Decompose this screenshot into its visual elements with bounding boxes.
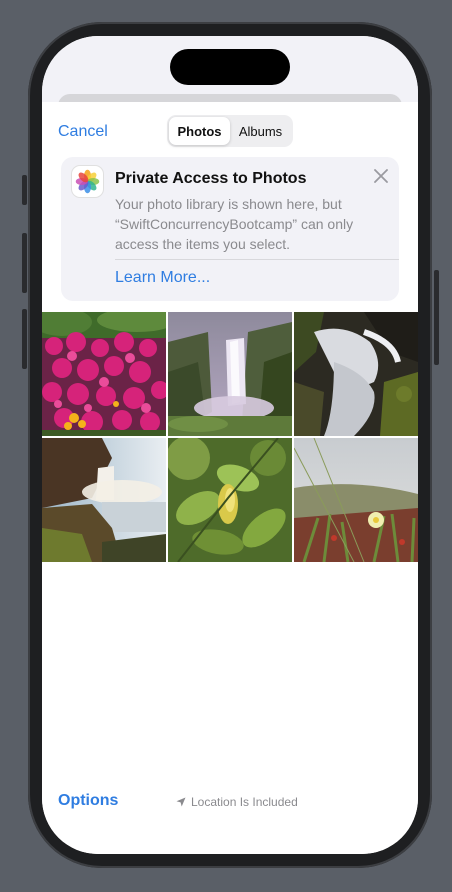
notice-title: Private Access to Photos — [115, 170, 307, 187]
source-segmented-control: Photos Albums — [167, 115, 293, 147]
close-icon[interactable] — [372, 167, 390, 185]
power-button — [434, 270, 439, 365]
photo-grid — [42, 312, 418, 563]
screen: Cancel Photos Albums Private Access to P… — [42, 36, 418, 854]
photo-thumbnail-pink-flowers[interactable] — [42, 312, 166, 436]
volume-down-button — [22, 309, 27, 369]
location-status-text: Location Is Included — [191, 795, 298, 809]
action-button — [22, 175, 27, 205]
location-arrow-icon — [176, 797, 186, 807]
photo-thumbnail-ice-plant-flowers[interactable] — [294, 438, 418, 562]
photo-thumbnail-waterfall-canyon[interactable] — [168, 312, 292, 436]
learn-more-link[interactable]: Learn More... — [115, 269, 210, 287]
cancel-button[interactable]: Cancel — [58, 123, 108, 141]
location-status: Location Is Included — [176, 795, 298, 809]
picker-toolbar: Options Location Is Included — [42, 790, 418, 830]
tab-albums[interactable]: Albums — [230, 117, 291, 145]
photo-thumbnail-green-leaves[interactable] — [168, 438, 292, 562]
tab-photos[interactable]: Photos — [169, 117, 230, 145]
options-button[interactable]: Options — [58, 792, 118, 810]
notice-divider — [115, 259, 399, 260]
notice-body: Your photo library is shown here, but “S… — [115, 196, 354, 252]
photos-app-icon — [72, 166, 103, 197]
dynamic-island — [170, 49, 290, 85]
photo-thumbnail-waterfall-cliff[interactable] — [42, 438, 166, 562]
private-access-notice: Private Access to Photos Your photo libr… — [61, 157, 399, 301]
photo-thumbnail-waterfall-rocks[interactable] — [294, 312, 418, 436]
photo-picker-sheet: Cancel Photos Albums Private Access to P… — [42, 102, 418, 854]
volume-up-button — [22, 233, 27, 293]
